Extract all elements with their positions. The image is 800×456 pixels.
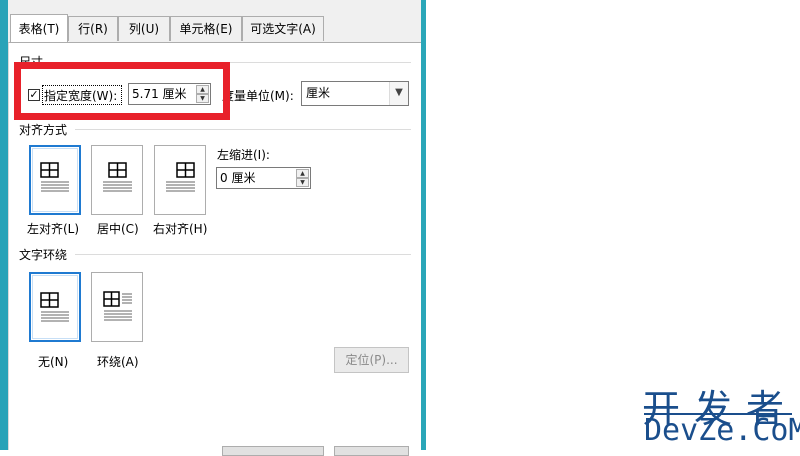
tab-alt-text[interactable]: 可选文字(A)	[242, 16, 324, 41]
spin-up-icon[interactable]: ▲	[296, 169, 309, 178]
tab-column[interactable]: 列(U)	[118, 16, 170, 41]
highlight-annotation-box	[14, 62, 230, 120]
alignment-separator	[75, 129, 411, 130]
wrap-separator	[75, 254, 411, 255]
watermark-latin: DevZe.CoM	[644, 413, 800, 448]
indent-spin-buttons: ▲ ▼	[296, 169, 309, 187]
align-center-option[interactable]	[91, 145, 143, 215]
wrap-around-icon	[103, 291, 132, 321]
spin-down-icon[interactable]: ▼	[296, 178, 309, 187]
wrap-around-label: 环绕(A)	[97, 355, 139, 369]
align-left-option[interactable]	[29, 145, 81, 215]
unit-dropdown[interactable]: 厘米 ▼	[301, 81, 409, 106]
wrap-none-label: 无(N)	[38, 355, 69, 369]
align-left-icon	[40, 162, 69, 192]
position-button[interactable]: 定位(P)...	[334, 347, 409, 373]
wrap-none-icon	[40, 292, 69, 322]
align-center-icon	[103, 162, 132, 192]
indent-spinbox[interactable]: 0 厘米 ▲ ▼	[216, 167, 311, 189]
cancel-button[interactable]	[334, 446, 409, 456]
align-right-option[interactable]	[154, 145, 206, 215]
tab-table[interactable]: 表格(T)	[10, 14, 68, 42]
unit-label: 度量单位(M):	[222, 89, 294, 103]
indent-value: 0 厘米	[220, 171, 256, 185]
ok-button[interactable]	[222, 446, 324, 456]
wrap-none-option[interactable]	[29, 272, 81, 342]
tab-row[interactable]: 行(R)	[68, 16, 118, 41]
wrap-around-option[interactable]	[91, 272, 143, 342]
align-left-label: 左对齐(L)	[27, 222, 80, 236]
align-center-label: 居中(C)	[97, 222, 139, 236]
align-right-label: 右对齐(H)	[153, 222, 208, 236]
dialog-border-edge	[421, 0, 426, 450]
chevron-down-icon[interactable]: ▼	[389, 82, 408, 105]
align-right-icon	[166, 162, 195, 192]
indent-label: 左缩进(I):	[217, 148, 270, 162]
tab-cell[interactable]: 单元格(E)	[170, 16, 242, 41]
wrap-group-title: 文字环绕	[19, 248, 68, 262]
alignment-group-title: 对齐方式	[19, 123, 68, 137]
unit-value: 厘米	[306, 86, 331, 100]
